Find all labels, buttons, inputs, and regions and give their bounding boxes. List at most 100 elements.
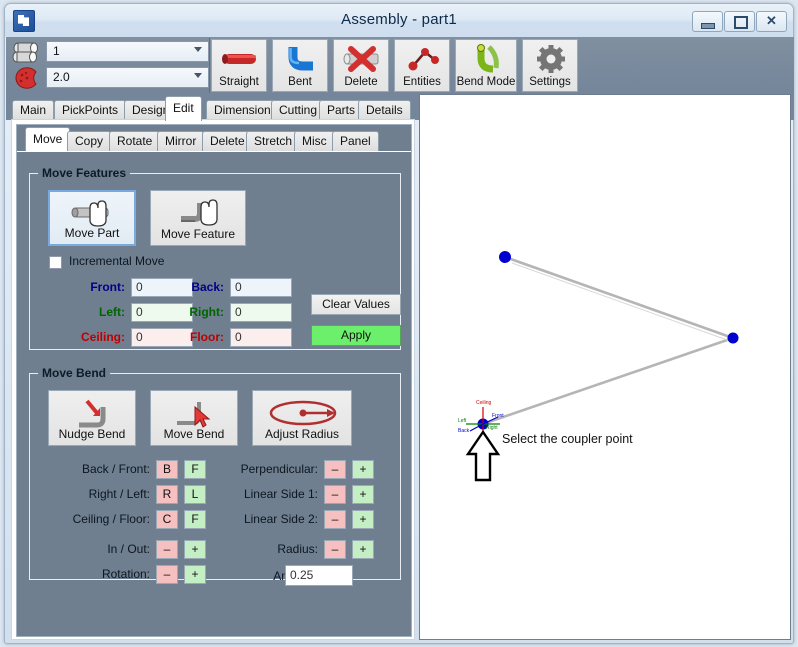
ceiling-floor-label: Ceiling / Floor:	[40, 512, 150, 526]
move-part-button-label: Move Part	[50, 226, 134, 240]
clear-values-button[interactable]: Clear Values	[311, 294, 401, 315]
maximize-button[interactable]	[724, 11, 755, 32]
move-bend-cursor-icon	[151, 397, 237, 431]
tube-number-value: 1	[53, 44, 60, 58]
rotation-decrement-button[interactable]: –	[156, 565, 178, 584]
tab-details[interactable]: Details	[358, 100, 411, 121]
rotation-label: Rotation:	[40, 567, 150, 581]
tab-pickpoints[interactable]: PickPoints	[54, 100, 126, 121]
bend-mode-icon	[456, 44, 516, 74]
close-button[interactable]: ✕	[756, 11, 787, 32]
pointer-arrow-icon	[468, 432, 498, 480]
delete-x-icon	[334, 44, 388, 74]
floor-input[interactable]: 0	[230, 328, 292, 347]
move-feature-button-label: Move Feature	[151, 227, 245, 241]
node-point[interactable]	[499, 251, 511, 263]
gear-icon	[523, 44, 577, 74]
subtab-rotate[interactable]: Rotate	[109, 131, 160, 152]
axis-label-back: Back	[458, 428, 470, 434]
settings-button-label: Settings	[523, 76, 577, 88]
move-bend-button-label: Move Bend	[151, 427, 237, 441]
amount-input[interactable]: 0.25	[285, 565, 353, 586]
adjust-radius-ellipse-icon	[253, 397, 351, 431]
incremental-move-checkbox[interactable]	[49, 256, 62, 269]
tab-main[interactable]: Main	[12, 100, 54, 121]
right-label: Right:	[176, 305, 224, 319]
right-decrement-button[interactable]: R	[156, 485, 178, 504]
minimize-icon	[693, 12, 722, 31]
maximize-icon	[725, 12, 754, 31]
bend-mode-button-label: Bend Mode	[456, 76, 516, 88]
linear-side-2-increment-button[interactable]: +	[352, 510, 374, 529]
move-feature-button[interactable]: Move Feature	[150, 190, 246, 246]
minimize-button[interactable]	[692, 11, 723, 32]
entities-nodes-icon	[395, 44, 449, 74]
tube-model-canvas: Ceiling Floor Left Right Front Back	[420, 95, 790, 639]
toolbar-separator	[209, 38, 210, 93]
settings-button[interactable]: Settings	[522, 39, 578, 92]
move-part-button[interactable]: Move Part	[48, 190, 136, 246]
linear-side-1-label: Linear Side 1:	[208, 487, 318, 501]
out-increment-button[interactable]: +	[184, 540, 206, 559]
delete-button-label: Delete	[334, 76, 388, 88]
straight-button[interactable]: Straight	[211, 39, 267, 92]
ceiling-label: Ceiling:	[50, 330, 125, 344]
linear-side-2-label: Linear Side 2:	[208, 512, 318, 526]
close-icon: ✕	[757, 12, 786, 31]
axis-label-right: Right	[486, 425, 498, 431]
perpendicular-label: Perpendicular:	[208, 462, 318, 476]
move-bend-group: Move Bend Nudge Bend	[29, 373, 401, 580]
apply-button[interactable]: Apply	[311, 325, 401, 346]
tube-diameter-select[interactable]: 2.0	[46, 67, 209, 88]
perpendicular-increment-button[interactable]: +	[352, 460, 374, 479]
in-decrement-button[interactable]: –	[156, 540, 178, 559]
front-increment-button[interactable]: F	[184, 460, 206, 479]
node-point[interactable]	[728, 333, 739, 344]
subtab-misc[interactable]: Misc	[294, 131, 335, 152]
entities-button[interactable]: Entities	[394, 39, 450, 92]
tab-cutting[interactable]: Cutting	[271, 100, 325, 121]
ceiling-decrement-button[interactable]: C	[156, 510, 178, 529]
adjust-radius-button[interactable]: Adjust Radius	[252, 390, 352, 446]
window-title: Assembly - part1	[5, 11, 793, 28]
radius-label: Radius:	[208, 542, 318, 556]
tab-edit[interactable]: Edit	[165, 96, 202, 121]
subtab-stretch[interactable]: Stretch	[246, 131, 300, 152]
back-input[interactable]: 0	[230, 278, 292, 297]
diameter-icon	[12, 67, 44, 89]
linear-side-2-decrement-button[interactable]: –	[324, 510, 346, 529]
title-bar: Assembly - part1 ✕	[5, 4, 793, 37]
right-input[interactable]: 0	[230, 303, 292, 322]
delete-button[interactable]: Delete	[333, 39, 389, 92]
tab-parts[interactable]: Parts	[319, 100, 363, 121]
floor-label: Floor:	[176, 330, 224, 344]
tube-number-select[interactable]: 1	[46, 41, 209, 62]
model-viewport[interactable]: Ceiling Floor Left Right Front Back Sele…	[419, 94, 791, 640]
straight-button-label: Straight	[212, 76, 266, 88]
linear-side-1-decrement-button[interactable]: –	[324, 485, 346, 504]
nudge-bend-button[interactable]: Nudge Bend	[48, 390, 136, 446]
bend-mode-button[interactable]: Bend Mode	[455, 39, 517, 92]
floor-increment-button[interactable]: F	[184, 510, 206, 529]
move-bend-title: Move Bend	[38, 366, 110, 380]
move-bend-button[interactable]: Move Bend	[150, 390, 238, 446]
straight-tube-icon	[212, 44, 266, 74]
radius-decrement-button[interactable]: –	[324, 540, 346, 559]
subtab-underline	[17, 151, 411, 152]
subtab-copy[interactable]: Copy	[67, 131, 111, 152]
bent-button[interactable]: Bent	[272, 39, 328, 92]
back-decrement-button[interactable]: B	[156, 460, 178, 479]
subtab-mirror[interactable]: Mirror	[157, 131, 204, 152]
rotation-increment-button[interactable]: +	[184, 565, 206, 584]
front-label: Front:	[50, 280, 125, 294]
radius-increment-button[interactable]: +	[352, 540, 374, 559]
subtab-move[interactable]: Move	[25, 127, 70, 152]
left-increment-button[interactable]: L	[184, 485, 206, 504]
tube-path	[483, 257, 733, 424]
left-label: Left:	[50, 305, 125, 319]
linear-side-1-increment-button[interactable]: +	[352, 485, 374, 504]
subtab-panel[interactable]: Panel	[332, 131, 379, 152]
axis-label-front: Front	[492, 413, 504, 419]
perpendicular-decrement-button[interactable]: –	[324, 460, 346, 479]
tube-icon	[12, 41, 44, 63]
